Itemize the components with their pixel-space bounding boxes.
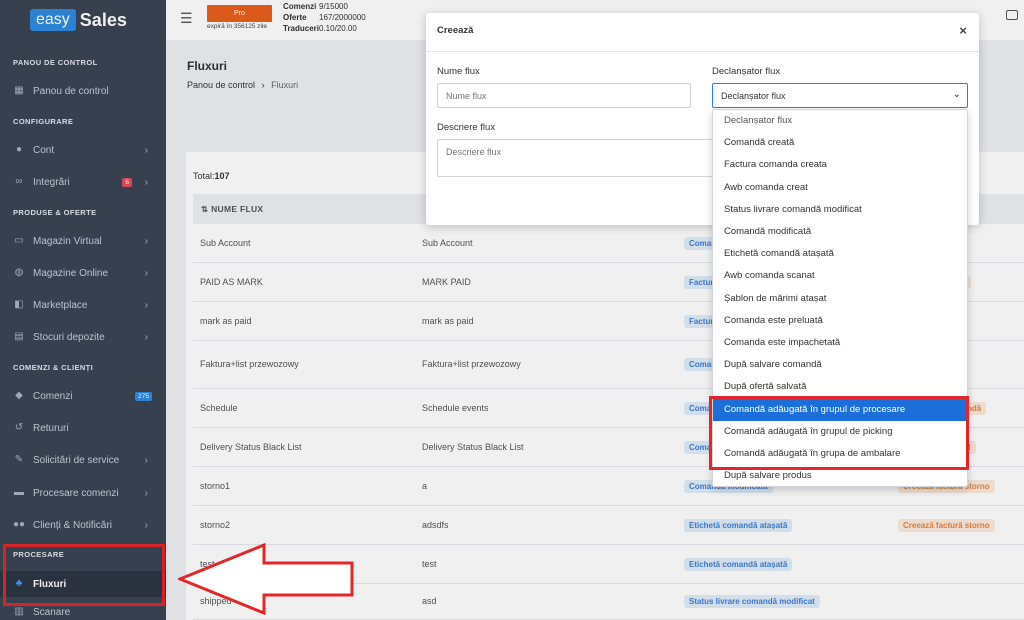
flow-trigger-label: Declanșator flux [712, 66, 781, 77]
dropdown-option[interactable]: Factura comanda creata [713, 154, 967, 176]
highlight-box-options [709, 396, 969, 470]
modal-title: Creează [437, 25, 474, 36]
flow-name-input[interactable]: Nume flux [437, 83, 691, 108]
flow-trigger-select[interactable]: Declanșator flux ⌄ [712, 83, 968, 108]
dropdown-option[interactable]: Awb comanda scanat [713, 265, 967, 287]
flow-trigger-value: Declanșator flux [721, 91, 786, 101]
dropdown-option[interactable]: Comandă modificată [713, 221, 967, 243]
dropdown-option[interactable]: Comanda este preluată [713, 310, 967, 332]
dropdown-option[interactable]: Declanșator flux [713, 110, 967, 132]
pointer-arrow-icon [178, 543, 354, 615]
dropdown-option[interactable]: După salvare comandă [713, 354, 967, 376]
flow-name-label: Nume flux [437, 66, 480, 77]
chevron-down-icon: ⌄ [952, 89, 961, 100]
dropdown-option[interactable]: Status livrare comandă modificat [713, 199, 967, 221]
dropdown-option[interactable]: Comandă creată [713, 132, 967, 154]
flow-description-textarea[interactable]: Descriere flux [437, 139, 727, 177]
dropdown-option[interactable]: Șablon de mărimi atașat [713, 288, 967, 310]
dropdown-option[interactable]: Etichetă comandă atașată [713, 243, 967, 265]
flow-desc-label: Descriere flux [437, 122, 496, 133]
dropdown-option[interactable]: Awb comanda creat [713, 177, 967, 199]
close-icon[interactable]: × [959, 23, 967, 38]
modal-divider [426, 51, 979, 52]
dropdown-option[interactable]: Comanda este impachetată [713, 332, 967, 354]
